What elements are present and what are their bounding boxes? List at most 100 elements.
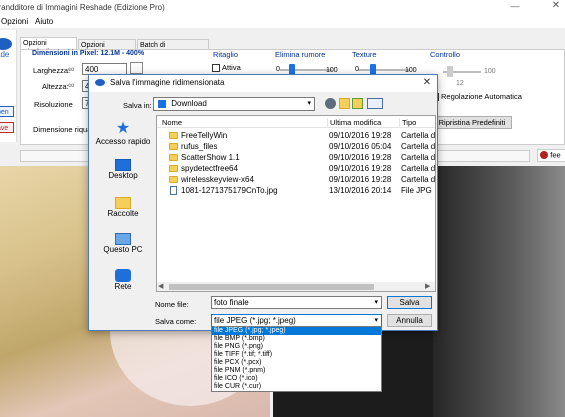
place-network[interactable]: Rete — [92, 269, 154, 299]
save-app-button[interactable]: ave — [0, 122, 14, 133]
open-button[interactable]: pen — [0, 106, 14, 117]
desktop-icon — [115, 159, 131, 171]
file-date: 09/10/2016 19:28 — [329, 164, 392, 173]
menu-bar: Opzioni Aiuto — [0, 15, 565, 28]
scroll-left-icon[interactable]: ◀ — [158, 282, 163, 290]
column-name[interactable]: Nome — [162, 118, 182, 127]
file-type: Cartella di — [401, 153, 436, 162]
savetype-option[interactable]: file BMP (*.bmp) — [212, 335, 381, 343]
file-name: rufus_files — [181, 142, 218, 151]
filename-input[interactable]: foto finale ▾ — [211, 296, 382, 309]
logo-text: ade — [0, 50, 10, 59]
file-name-cell: wirelesskeyview-x64 — [169, 174, 324, 185]
scroll-right-icon[interactable]: ▶ — [425, 282, 430, 290]
back-icon[interactable] — [325, 98, 336, 109]
view-menu-icon[interactable] — [367, 98, 383, 109]
width-input-value: 400 — [85, 65, 99, 74]
dialog-app-icon — [95, 79, 105, 86]
file-type: Cartella di — [401, 131, 436, 140]
save-in-label: Salva in: — [123, 101, 152, 110]
menu-aiuto[interactable]: Aiuto — [35, 17, 53, 26]
chevron-down-icon: ▾ — [374, 299, 378, 306]
place-desktop[interactable]: Desktop — [92, 159, 154, 189]
texture-max: 100 — [405, 67, 417, 74]
file-date: 09/10/2016 19:28 — [329, 131, 392, 140]
savetype-option[interactable]: file PCX (*.pcx) — [212, 359, 381, 367]
savetype-option[interactable]: file CUR (*.cur) — [212, 383, 381, 391]
file-row[interactable]: ScatterShow 1.1 09/10/2016 19:28 Cartella … — [157, 152, 436, 163]
place-this-pc[interactable]: Questo PC — [92, 233, 154, 263]
resolution-label: Risoluzione — [34, 100, 73, 109]
app-title: grandditore di Immagini Reshade (Edizion… — [0, 3, 165, 12]
file-type: File JPG — [401, 186, 432, 195]
file-name-cell: spydetectfree64 — [169, 163, 324, 174]
texture-label: Texture — [352, 50, 377, 59]
width-unit-button[interactable] — [130, 62, 143, 74]
texture-min: 0 — [355, 66, 359, 73]
file-date: 09/10/2016 19:28 — [329, 175, 392, 184]
libraries-icon — [115, 197, 131, 209]
feedback-button[interactable]: fee — [537, 149, 565, 162]
width-label: Larghezza: — [33, 66, 71, 75]
cancel-button[interactable]: Annulla — [387, 314, 432, 327]
file-row[interactable]: FreeTellyWin 09/10/2016 19:28 Cartella di — [157, 130, 436, 141]
new-folder-icon[interactable] — [352, 98, 363, 109]
file-name-cell: FreeTellyWin — [169, 130, 324, 141]
column-date[interactable]: Ultima modifica — [327, 118, 381, 127]
download-folder-icon — [158, 100, 166, 108]
folder-icon — [169, 154, 178, 162]
file-type: Cartella di — [401, 175, 436, 184]
savetype-option[interactable]: file PNG (*.png) — [212, 343, 381, 351]
up-folder-icon[interactable] — [339, 98, 350, 109]
tab-opzioni-avanzate[interactable]: Opzioni Avanzate — [78, 39, 136, 58]
close-window-button[interactable]: ✕ — [549, 0, 563, 12]
dialog-title: Salva l'immagine ridimensionata — [110, 78, 225, 87]
computer-icon — [115, 233, 131, 245]
file-row[interactable]: wirelesskeyview-x64 09/10/2016 19:28 Carte… — [157, 174, 436, 185]
save-in-select[interactable]: Download ▾ — [153, 97, 315, 111]
file-name-cell: 1081-1271375179CnTo.jpg — [169, 185, 324, 196]
file-name: FreeTellyWin — [181, 131, 228, 140]
noise-slider-track — [280, 69, 332, 71]
noise-max: 100 — [326, 67, 338, 74]
file-name: ScatterShow 1.1 — [181, 153, 240, 162]
savetype-option[interactable]: file JPEG (*.jpg; *.jpeg) — [212, 327, 381, 335]
savetype-option[interactable]: file ICO (*.ico) — [212, 375, 381, 383]
dialog-close-button[interactable]: ✕ — [421, 77, 433, 89]
save-app-button-label: ave — [0, 125, 9, 132]
link-icon: ∞ — [68, 64, 75, 74]
file-row[interactable]: 1081-1271375179CnTo.jpg 13/10/2016 20:14 F… — [157, 185, 435, 196]
place-label: Questo PC — [103, 245, 143, 254]
file-date: 13/10/2016 20:14 — [329, 186, 392, 195]
minimize-button[interactable]: — — [508, 1, 522, 11]
file-rows: FreeTellyWin 09/10/2016 19:28 Cartella di r… — [157, 130, 436, 270]
reset-defaults-button[interactable]: Ripristina Predefiniti — [432, 116, 512, 129]
auto-reg-label: Regolazione Automatica — [441, 92, 522, 101]
savetype-option[interactable]: file PNM (*.pnm) — [212, 367, 381, 375]
file-type: Cartella di — [401, 164, 436, 173]
file-list: Nome Ultima modifica Tipo FreeTellyWin 09… — [156, 115, 436, 292]
place-libraries[interactable]: Raccolte — [92, 197, 154, 227]
tab-opzioni-principali[interactable]: Opzioni Principali — [20, 37, 77, 56]
file-name: wirelesskeyview-x64 — [181, 175, 254, 184]
ritaglio-checkbox[interactable] — [212, 64, 220, 72]
scrollbar-thumb[interactable] — [169, 284, 374, 290]
column-type[interactable]: Tipo — [399, 118, 416, 127]
feedback-label: fee — [550, 150, 561, 160]
open-button-label: pen — [0, 109, 9, 116]
savetype-option[interactable]: file TIFF (*.tif; *.tiff) — [212, 351, 381, 359]
file-name: spydetectfree64 — [181, 164, 238, 173]
file-row[interactable]: spydetectfree64 09/10/2016 19:28 Cartella … — [157, 163, 436, 174]
folder-icon — [169, 176, 178, 184]
save-in-value: Download — [171, 99, 207, 108]
tab-batch[interactable]: Batch di Elaborazione — [137, 39, 209, 58]
savetype-dropdown: file JPEG (*.jpg; *.jpeg) file BMP (*.bmp… — [211, 326, 382, 392]
place-quick-access[interactable]: ★ Accesso rapido — [92, 121, 154, 155]
menu-opzioni[interactable]: Opzioni — [1, 17, 28, 26]
file-row[interactable]: rufus_files 09/10/2016 05:04 Cartella di — [157, 141, 435, 152]
save-button[interactable]: Salva — [387, 296, 432, 309]
control-slider-thumb[interactable] — [447, 66, 453, 77]
filename-value: foto finale — [214, 298, 249, 307]
horizontal-scrollbar[interactable]: ◀ ▶ — [157, 282, 435, 291]
folder-icon — [169, 143, 178, 151]
